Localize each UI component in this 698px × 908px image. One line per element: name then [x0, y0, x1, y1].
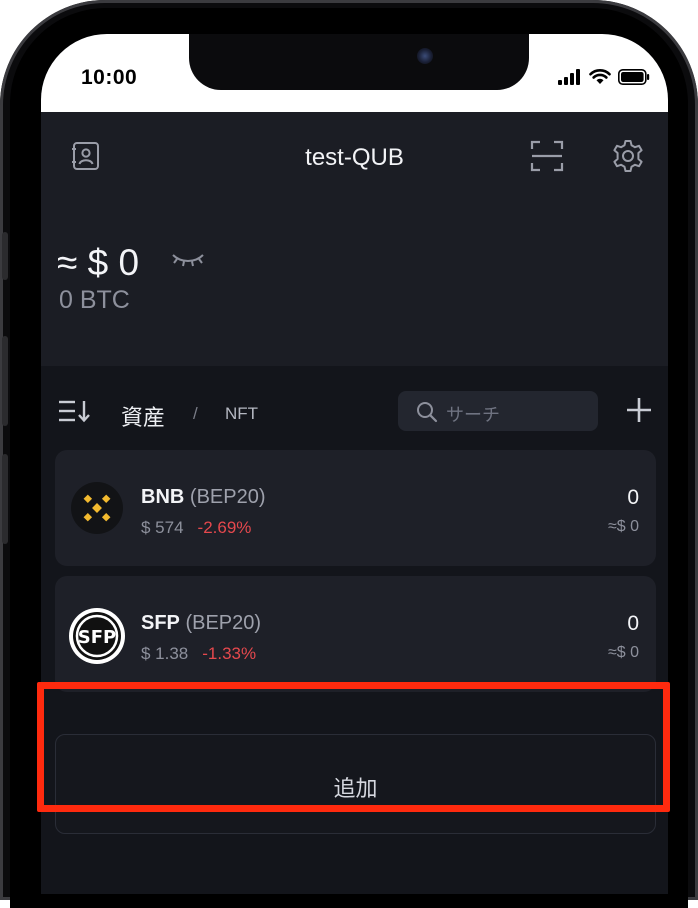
wifi-icon	[589, 69, 611, 84]
sort-icon[interactable]	[57, 399, 93, 423]
battery-icon	[618, 69, 650, 85]
signal-icon	[558, 69, 580, 85]
token-price: $ 1.38	[141, 644, 189, 663]
status-time: 10:00	[81, 66, 138, 89]
token-symbol: BNB	[141, 486, 185, 508]
search-placeholder: サーチ	[446, 405, 500, 425]
balance-panel: ≈ $ 0 0 BTC	[41, 204, 668, 366]
settings-gear-icon[interactable]	[610, 138, 646, 174]
notch	[189, 34, 529, 90]
side-button	[2, 336, 8, 426]
side-button	[2, 454, 8, 544]
btc-balance: 0 BTC	[59, 286, 130, 314]
token-symbol: SFP	[141, 612, 180, 634]
tab-separator: /	[193, 404, 198, 423]
token-change: -1.33%	[202, 644, 257, 663]
asset-list-area: 資産 / NFT サーチ BNB (BEP20) $ 574 -2.69% 0 …	[41, 366, 668, 894]
status-bar: 10:00	[41, 34, 668, 112]
token-price-row: $ 574 -2.69%	[141, 518, 251, 538]
token-fiat-value: ≈$ 0	[607, 644, 639, 661]
search-icon	[417, 402, 438, 423]
token-amount: 0	[627, 612, 639, 635]
token-change: -2.69%	[197, 518, 252, 537]
token-name: SFP (BEP20)	[141, 612, 261, 635]
hide-balance-eye-icon[interactable]	[171, 251, 205, 269]
scan-icon[interactable]	[529, 138, 565, 174]
token-name: BNB (BEP20)	[141, 486, 266, 509]
tab-nft[interactable]: NFT	[225, 404, 258, 424]
sfp-logo-icon: SFP	[69, 608, 125, 664]
highlight-box	[37, 682, 670, 812]
add-token-plus-icon[interactable]	[625, 396, 653, 424]
token-amount: 0	[627, 486, 639, 509]
token-fiat-value: ≈$ 0	[607, 518, 639, 535]
token-price-row: $ 1.38 -1.33%	[141, 644, 256, 664]
camera-icon	[417, 48, 433, 64]
wallet-header: test-QUB	[41, 112, 668, 204]
status-icons	[558, 68, 650, 86]
search-box[interactable]: サーチ	[398, 391, 598, 431]
tab-assets[interactable]: 資産	[121, 400, 165, 432]
token-standard: (BEP20)	[189, 486, 266, 508]
asset-tabs: 資産 / NFT サーチ	[41, 366, 668, 448]
bnb-logo-icon	[71, 482, 123, 534]
wallet-title[interactable]: test-QUB	[41, 144, 668, 172]
token-standard: (BEP20)	[185, 612, 262, 634]
total-balance: ≈ $ 0	[57, 242, 140, 283]
token-row-sfp[interactable]: SFP SFP (BEP20) $ 1.38 -1.33% 0 ≈$ 0	[55, 576, 656, 692]
side-button	[2, 232, 8, 280]
svg-text:SFP: SFP	[78, 627, 116, 648]
token-row-bnb[interactable]: BNB (BEP20) $ 574 -2.69% 0 ≈$ 0	[55, 450, 656, 566]
token-price: $ 574	[141, 518, 184, 537]
